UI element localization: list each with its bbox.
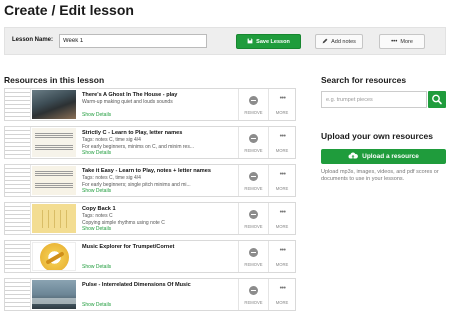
more-button[interactable]: ••• MORE [268, 165, 295, 196]
resource-title[interactable]: Pulse - Interrelated Dimensions Of Music [82, 282, 191, 288]
lesson-name-input[interactable] [59, 34, 207, 48]
resource-title[interactable]: Copy Back 1 [82, 206, 116, 212]
lesson-name-label: Lesson Name: [12, 37, 54, 43]
resource-row: Copy Back 1 Tags: notes C Copying simple… [4, 202, 296, 235]
resources-heading: Resources in this lesson [4, 75, 105, 85]
resource-title[interactable]: There's A Ghost In The House - play [82, 92, 177, 98]
remove-button[interactable]: REMOVE [238, 165, 268, 196]
more-dots-icon: ••• [279, 247, 286, 254]
document-icon [5, 127, 31, 158]
save-lesson-button[interactable]: Save Lesson [236, 34, 301, 49]
sheet-music-thumbnail[interactable] [32, 166, 76, 195]
search-button[interactable] [428, 91, 446, 108]
landscape-thumbnail[interactable] [32, 280, 76, 309]
search-heading: Search for resources [321, 75, 407, 85]
document-icon [5, 279, 31, 310]
more-button[interactable]: ••• MORE [268, 279, 295, 310]
more-dots-icon: ••• [279, 285, 286, 292]
remove-button[interactable]: REMOVE [238, 241, 268, 272]
show-details-link[interactable]: Show Details [82, 112, 111, 118]
upload-description: Upload mp3s, images, videos, and pdf sco… [321, 169, 439, 182]
resource-title[interactable]: Music Explorer for Trumpet/Cornet [82, 244, 174, 250]
lesson-more-label: More [400, 38, 413, 45]
pencil-icon [322, 38, 328, 46]
more-dots-icon: ••• [279, 209, 286, 216]
resource-description: Warm-up making quiet and louds sounds [82, 99, 173, 105]
more-button[interactable]: ••• MORE [268, 203, 295, 234]
show-details-link[interactable]: Show Details [82, 264, 111, 270]
remove-icon [249, 286, 258, 295]
show-details-link[interactable]: Show Details [82, 226, 111, 232]
cloud-upload-icon [348, 151, 359, 162]
remove-label: REMOVE [244, 148, 263, 153]
more-dots-icon: ••• [279, 133, 286, 140]
upload-resource-button[interactable]: Upload a resource [321, 149, 446, 164]
page-title: Create / Edit lesson [4, 2, 134, 18]
remove-label: REMOVE [244, 110, 263, 115]
remove-button[interactable]: REMOVE [238, 127, 268, 158]
show-details-link[interactable]: Show Details [82, 302, 111, 308]
document-icon [5, 241, 31, 272]
trumpet-thumbnail[interactable] [32, 242, 76, 271]
lesson-more-button[interactable]: ••• More [379, 34, 425, 49]
more-label: MORE [275, 262, 289, 267]
sheet-music-thumbnail[interactable] [32, 128, 76, 157]
more-label: MORE [275, 186, 289, 191]
resource-row: Music Explorer for Trumpet/Cornet Show D… [4, 240, 296, 273]
more-label: MORE [275, 110, 289, 115]
document-icon [5, 203, 31, 234]
more-dots-icon: ••• [391, 38, 398, 45]
remove-icon [249, 134, 258, 143]
remove-label: REMOVE [244, 300, 263, 305]
rhythm-grid-thumbnail[interactable] [32, 204, 76, 233]
remove-button[interactable]: REMOVE [238, 279, 268, 310]
resource-row: Pulse - Interrelated Dimensions Of Music… [4, 278, 296, 311]
lesson-name-bar: Lesson Name: Save Lesson Add notes ••• M… [4, 27, 446, 55]
search-icon [428, 94, 446, 112]
more-button[interactable]: ••• MORE [268, 127, 295, 158]
save-icon [247, 38, 253, 46]
resource-title[interactable]: Take it Easy - Learn to Play, notes + le… [82, 168, 211, 174]
upload-heading: Upload your own resources [321, 131, 433, 141]
document-icon [5, 89, 31, 120]
ghost-thumbnail[interactable] [32, 90, 76, 119]
search-box [321, 91, 446, 108]
show-details-link[interactable]: Show Details [82, 150, 111, 156]
remove-button[interactable]: REMOVE [238, 89, 268, 120]
remove-icon [249, 96, 258, 105]
remove-label: REMOVE [244, 262, 263, 267]
resource-title[interactable]: Strictly C - Learn to Play, letter names [82, 130, 182, 136]
document-icon [5, 165, 31, 196]
resource-row: Strictly C - Learn to Play, letter names… [4, 126, 296, 159]
remove-label: REMOVE [244, 186, 263, 191]
remove-icon [249, 248, 258, 257]
add-notes-label: Add notes [331, 38, 356, 45]
search-input[interactable] [321, 91, 427, 108]
resource-row: There's A Ghost In The House - play Warm… [4, 88, 296, 121]
more-label: MORE [275, 224, 289, 229]
remove-button[interactable]: REMOVE [238, 203, 268, 234]
save-lesson-label: Save Lesson [256, 38, 290, 45]
more-button[interactable]: ••• MORE [268, 89, 295, 120]
resource-row: Take it Easy - Learn to Play, notes + le… [4, 164, 296, 197]
more-dots-icon: ••• [279, 171, 286, 178]
remove-icon [249, 210, 258, 219]
show-details-link[interactable]: Show Details [82, 188, 111, 194]
more-label: MORE [275, 148, 289, 153]
more-dots-icon: ••• [279, 95, 286, 102]
remove-label: REMOVE [244, 224, 263, 229]
more-label: MORE [275, 300, 289, 305]
remove-icon [249, 172, 258, 181]
more-button[interactable]: ••• MORE [268, 241, 295, 272]
add-notes-button[interactable]: Add notes [315, 34, 363, 49]
upload-resource-label: Upload a resource [362, 153, 419, 160]
